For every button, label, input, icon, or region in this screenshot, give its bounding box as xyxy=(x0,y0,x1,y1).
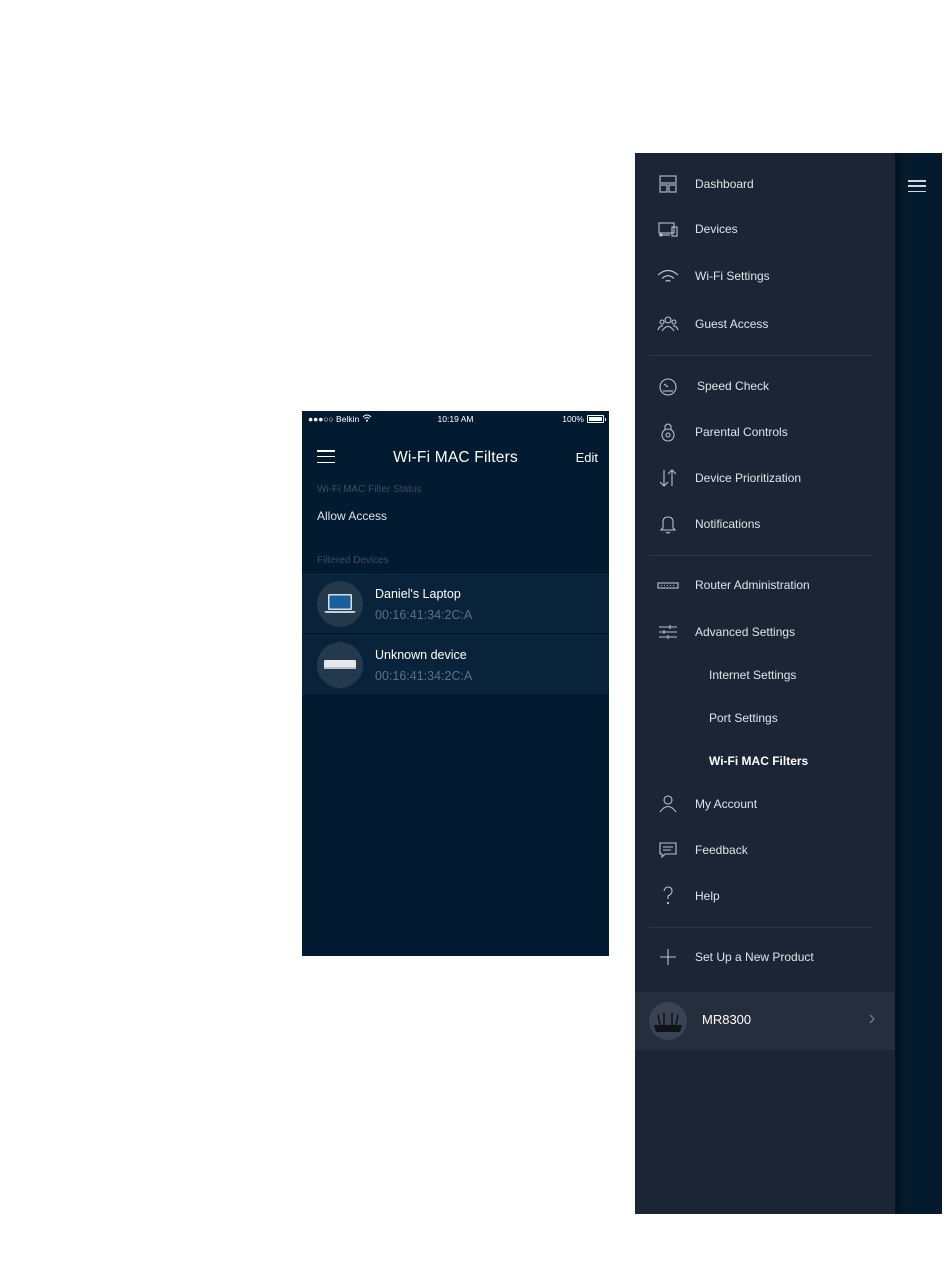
page-title: Wi-Fi MAC Filters xyxy=(393,449,518,466)
chat-icon xyxy=(657,839,679,861)
devices-icon xyxy=(657,218,679,240)
navigation-drawer: Dashboard Devices Wi-Fi Settings Guest A… xyxy=(635,153,895,1214)
bell-icon xyxy=(657,513,679,535)
submenu-item-port-settings[interactable]: Port Settings xyxy=(709,711,778,725)
menu-item-feedback[interactable]: Feedback xyxy=(635,835,895,865)
device-name: Unknown device xyxy=(375,648,467,662)
menu-item-help[interactable]: Help xyxy=(635,881,895,911)
sliders-icon xyxy=(657,621,679,643)
dashboard-icon xyxy=(657,173,679,195)
laptop-icon xyxy=(317,581,363,627)
speedometer-icon xyxy=(657,375,679,397)
device-row[interactable]: Unknown device 00:16:41:34:2C:A xyxy=(302,635,609,694)
menu-item-set-up-new-product[interactable]: Set Up a New Product xyxy=(635,942,895,972)
menu-item-router-administration[interactable]: Router Administration xyxy=(635,570,895,600)
filter-status-value[interactable]: Allow Access xyxy=(317,509,387,523)
chevron-right-icon xyxy=(866,1009,878,1029)
divider xyxy=(649,355,873,356)
device-row[interactable]: Daniel's Laptop 00:16:41:34:2C:A xyxy=(302,574,609,633)
product-name: MR8300 xyxy=(702,1012,752,1027)
battery-percent: 100% xyxy=(562,414,584,424)
router-product-icon xyxy=(649,1002,687,1040)
menu-item-wifi-settings[interactable]: Wi-Fi Settings xyxy=(635,261,895,291)
filter-status-label: Wi-Fi MAC Filter Status xyxy=(317,484,422,495)
wifi-icon xyxy=(657,265,679,287)
user-icon xyxy=(657,793,679,815)
filtered-devices-label: Filtered Devices xyxy=(317,555,389,566)
divider xyxy=(649,555,873,556)
question-icon xyxy=(657,885,679,907)
device-mac-address: 00:16:41:34:2C:A xyxy=(375,608,473,622)
menu-item-my-account[interactable]: My Account xyxy=(635,789,895,819)
menu-item-notifications[interactable]: Notifications xyxy=(635,509,895,539)
device-mac-address: 00:16:41:34:2C:A xyxy=(375,669,473,683)
status-bar: ●●●○○ Belkin 10:19 AM 100% xyxy=(302,411,609,427)
plus-icon xyxy=(657,946,679,968)
hamburger-menu-icon[interactable] xyxy=(908,180,926,192)
drawer-screen: Dashboard Devices Wi-Fi Settings Guest A… xyxy=(635,153,942,1214)
menu-item-speed-check[interactable]: Speed Check xyxy=(635,371,895,401)
menu-item-dashboard[interactable]: Dashboard xyxy=(635,169,895,199)
battery-icon xyxy=(587,415,606,423)
generic-device-icon xyxy=(317,642,363,688)
guest-access-icon xyxy=(657,313,679,335)
phone-screen: ●●●○○ Belkin 10:19 AM 100% Wi-Fi MAC Fil… xyxy=(302,411,609,956)
router-icon xyxy=(657,574,679,596)
menu-item-devices[interactable]: Devices xyxy=(635,214,895,244)
edit-button[interactable]: Edit xyxy=(576,450,598,465)
submenu-item-internet-settings[interactable]: Internet Settings xyxy=(709,668,796,682)
submenu-item-wifi-mac-filters[interactable]: Wi-Fi MAC Filters xyxy=(709,754,808,768)
menu-item-guest-access[interactable]: Guest Access xyxy=(635,309,895,339)
menu-item-parental-controls[interactable]: Parental Controls xyxy=(635,417,895,447)
menu-item-advanced-settings[interactable]: Advanced Settings xyxy=(635,617,895,647)
menu-item-device-prioritization[interactable]: Device Prioritization xyxy=(635,463,895,493)
device-name: Daniel's Laptop xyxy=(375,587,461,601)
up-down-arrows-icon xyxy=(657,467,679,489)
nav-bar: Wi-Fi MAC Filters Edit xyxy=(302,427,609,475)
divider xyxy=(649,927,873,928)
lock-icon xyxy=(657,421,679,443)
product-row[interactable]: MR8300 xyxy=(635,992,895,1050)
